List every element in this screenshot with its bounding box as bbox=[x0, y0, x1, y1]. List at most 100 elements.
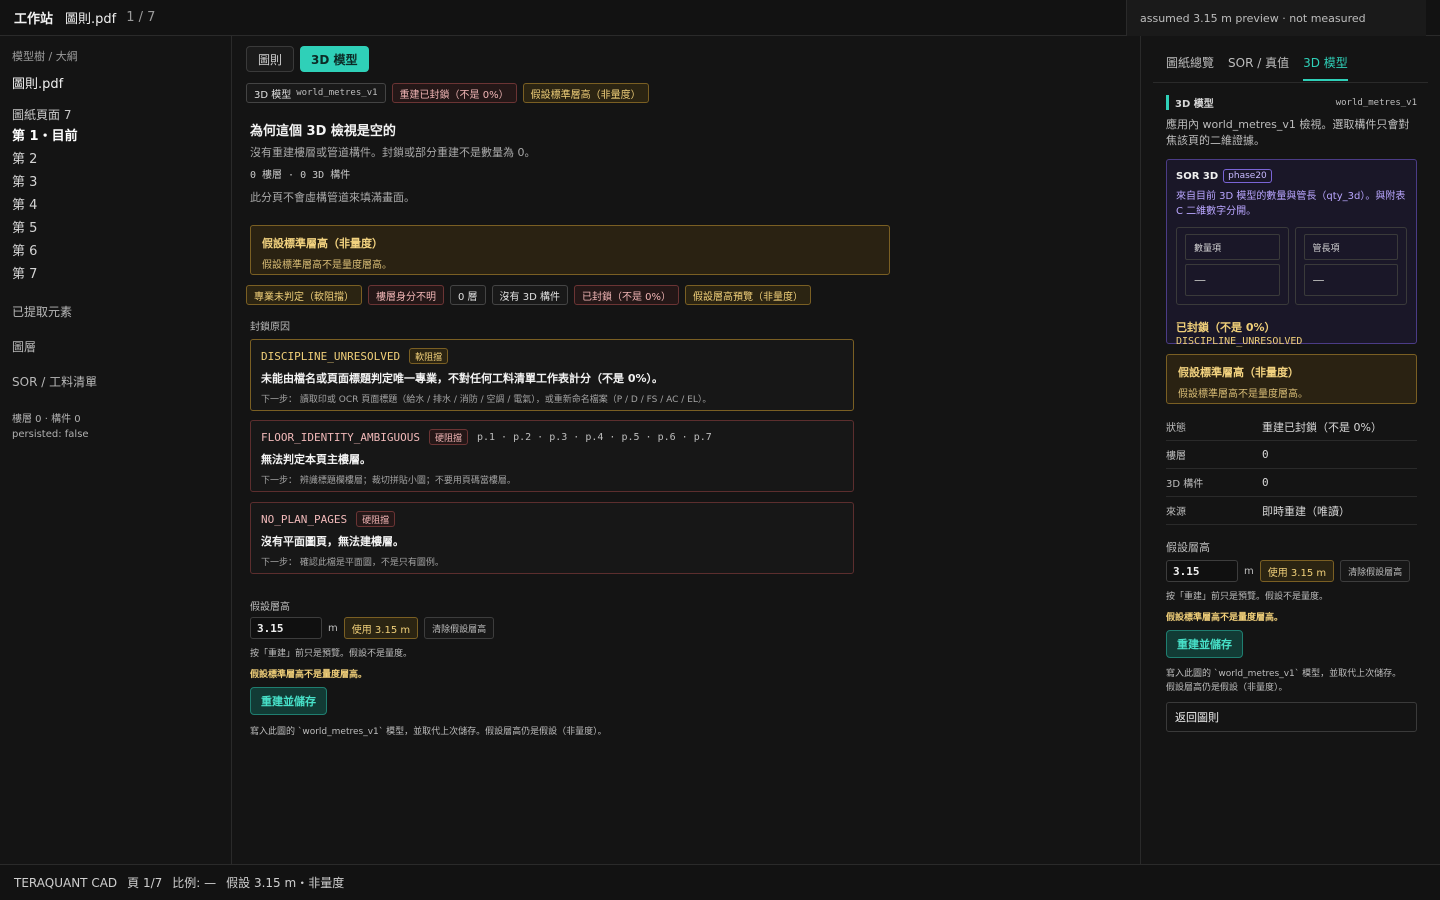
rebuild-footnote: 寫入此圖的 `world_metres_v1` 模型，並取代上次儲存。假設層高仍… bbox=[250, 727, 607, 737]
section-header: 3D 模型 world_metres_v1 bbox=[1166, 95, 1417, 110]
kv-value: 即時重建（唯讀） bbox=[1262, 504, 1350, 518]
use-height-button[interactable]: 使用 3.15 m bbox=[343, 617, 419, 639]
tag-no-components: 沒有 3D 構件 bbox=[491, 285, 568, 305]
height-hint: 按「重建」前只是預覽。假設不是量度。 bbox=[250, 649, 413, 659]
sidebar-sor[interactable]: SOR / 工料清單 bbox=[12, 373, 219, 390]
page-item-7[interactable]: 第 7 bbox=[12, 263, 219, 286]
sidebar-stats: 樓層 0 · 構件 0 persisted: false bbox=[12, 412, 219, 442]
page-item-4[interactable]: 第 4 bbox=[12, 194, 219, 217]
height-input[interactable]: 3.15 bbox=[250, 617, 322, 639]
stats-persisted: persisted: false bbox=[12, 429, 89, 440]
reason-message: 未能由檔名或頁面標題判定唯一專業，不對任何工料清單工作表計分（不是 0%）。 bbox=[261, 372, 664, 385]
tab-sor-truth[interactable]: SOR / 真值 bbox=[1228, 54, 1289, 81]
tab-3d-model[interactable]: 3D 模型 bbox=[300, 46, 369, 72]
next-step-label: 下一步： bbox=[261, 476, 298, 486]
reasons-heading: 封鎖原因 bbox=[250, 322, 290, 333]
right-panel: 圖紙總覽 SOR / 真值 3D 模型 3D 模型 world_metres_v… bbox=[1140, 36, 1440, 864]
kv-key: 3D 構件 bbox=[1166, 479, 1204, 490]
page-item-6[interactable]: 第 6 bbox=[12, 240, 219, 263]
section-title: 3D 模型 bbox=[1166, 95, 1214, 110]
reason-pages: p.1 · p.2 · p.3 · p.4 · p.5 · p.6 · p.7 bbox=[476, 431, 712, 443]
reason-badge: 硬阻擋 bbox=[428, 429, 468, 445]
tab-plan[interactable]: 圖則 bbox=[246, 46, 295, 72]
kv-floors: 樓層 0 bbox=[1166, 441, 1417, 469]
app-title: 工作站 bbox=[14, 12, 54, 27]
right-tabs-divider bbox=[1153, 82, 1428, 83]
model-tree-caption: 模型樹 / 大綱 bbox=[12, 50, 78, 63]
reason-badge: 硬阻擋 bbox=[356, 511, 396, 527]
right-banner-subtitle: 假設標準層高不是量度層高。 bbox=[1178, 389, 1308, 400]
height-unit: m bbox=[328, 622, 338, 634]
next-step-text: 確認此檔是平面圖，不是只有圖例。 bbox=[299, 558, 444, 568]
right-footnote-line1: 寫入此圖的 `world_metres_v1` 模型，並取代上次儲存。 bbox=[1166, 669, 1402, 679]
sor-phase-badge: phase20 bbox=[1223, 169, 1272, 183]
next-step-text: 辨識標題欄樓層；裁切拼貼小圖；不要用頁碼當樓層。 bbox=[299, 476, 516, 486]
no-fake-note: 此分頁不會虛構管道來填滿畫面。 bbox=[250, 191, 415, 204]
height-warning: 假設標準層高不是量度層高。 bbox=[250, 670, 368, 680]
locked-chip: 重建已封鎖（不是 0%） bbox=[391, 83, 517, 103]
height-controls: 3.15 m 使用 3.15 m 清除假設層高 bbox=[250, 617, 495, 639]
section-intro: 應用內 world_metres_v1 檢視。選取構件只會對焦該頁的二維證據。 bbox=[1166, 118, 1410, 147]
sidebar-file[interactable]: 圖則.pdf bbox=[12, 73, 219, 92]
sor-quantity-grid: 數量項 — 管長項 — bbox=[1176, 227, 1407, 305]
page-list: 第 1・目前 第 2 第 3 第 4 第 5 第 6 第 7 bbox=[12, 125, 219, 286]
reason-next-step: 下一步： 讀取印或 OCR 頁面標題（給水 / 排水 / 消防 / 空調 / 電… bbox=[261, 392, 843, 405]
back-to-plan-button[interactable]: 返回圖則 bbox=[1166, 702, 1417, 732]
reason-next-step: 下一步： 辨識標題欄樓層；裁切拼貼小圖；不要用頁碼當樓層。 bbox=[261, 473, 843, 486]
page-indicator: 1 / 7 bbox=[126, 10, 156, 25]
right-rebuild-save-button[interactable]: 重建並儲存 bbox=[1166, 630, 1243, 658]
status-tags: 專業未判定（軟阻擋） 樓層身分不明 0 層 沒有 3D 構件 已封鎖（不是 0%… bbox=[246, 285, 812, 305]
page-item-3[interactable]: 第 3 bbox=[12, 171, 219, 194]
right-height-input[interactable]: 3.15 bbox=[1166, 560, 1238, 582]
model-chip-label: 3D 模型 bbox=[254, 89, 292, 101]
sor-locked-code: DISCIPLINE_UNRESOLVED bbox=[1176, 336, 1303, 347]
sor-3d-card: SOR 3D phase20 來自目前 3D 模型的數量與管長（qty_3d）。… bbox=[1166, 159, 1417, 347]
right-use-height-button[interactable]: 使用 3.15 m bbox=[1259, 560, 1335, 582]
tag-discipline: 專業未判定（軟阻擋） bbox=[246, 285, 362, 305]
model-counts: 0 樓層 · 0 3D 構件 bbox=[250, 170, 351, 181]
reason-card-floor: FLOOR_IDENTITY_AMBIGUOUS 硬阻擋 p.1 · p.2 ·… bbox=[250, 420, 854, 492]
footer-assumed: 假設 3.15 m・非量度 bbox=[226, 876, 345, 890]
model-chip-value: world_metres_v1 bbox=[296, 88, 378, 98]
tab-right-3d-model[interactable]: 3D 模型 bbox=[1303, 54, 1348, 81]
page-item-5[interactable]: 第 5 bbox=[12, 217, 219, 240]
tag-floors: 0 層 bbox=[450, 285, 486, 305]
kv-components: 3D 構件 0 bbox=[1166, 469, 1417, 497]
file-name: 圖則.pdf bbox=[65, 12, 117, 27]
tab-sheet-overview[interactable]: 圖紙總覽 bbox=[1166, 54, 1214, 81]
view-tabs: 圖則 3D 模型 bbox=[246, 46, 369, 72]
top-bar: 工作站 圖則.pdf 1 / 7 assumed 3.15 m preview … bbox=[0, 0, 1440, 36]
footer-page: 頁 1/7 bbox=[127, 876, 163, 890]
rebuild-save-button[interactable]: 重建並儲存 bbox=[250, 687, 327, 715]
right-clear-height-button[interactable]: 清除假設層高 bbox=[1340, 560, 1411, 582]
sidebar-extracted-elements[interactable]: 已提取元素 bbox=[12, 303, 219, 320]
right-height-unit: m bbox=[1244, 565, 1254, 577]
clear-height-button[interactable]: 清除假設層高 bbox=[424, 617, 495, 639]
kv-value: 重建已封鎖（不是 0%） bbox=[1262, 420, 1382, 434]
empty-view-subtitle: 沒有重建樓層或管道構件。封鎖或部分重建不是數量為 0。 bbox=[250, 146, 536, 159]
pipe-length-value: — bbox=[1303, 264, 1398, 296]
page-item-2[interactable]: 第 2 bbox=[12, 148, 219, 171]
right-tabs: 圖紙總覽 SOR / 真值 3D 模型 bbox=[1166, 54, 1348, 81]
pages-heading[interactable]: 圖紙頁面 7 bbox=[12, 106, 219, 123]
right-height-hint: 按「重建」前只是預覽。假設不是量度。 bbox=[1166, 592, 1329, 602]
sor-description: 來自目前 3D 模型的數量與管長（qty_3d）。與附表 C 二維數字分開。 bbox=[1176, 191, 1406, 217]
preview-note: assumed 3.15 m preview · not measured bbox=[1126, 0, 1426, 36]
sor-title: SOR 3D bbox=[1176, 170, 1219, 182]
reason-message: 無法判定本頁主樓層。 bbox=[261, 453, 371, 466]
next-step-text: 讀取印或 OCR 頁面標題（給水 / 排水 / 消防 / 空調 / 電氣），或重… bbox=[299, 395, 712, 405]
reason-code: DISCIPLINE_UNRESOLVED bbox=[261, 349, 401, 363]
qty-items-value: — bbox=[1185, 264, 1280, 296]
sidebar-layers[interactable]: 圖層 bbox=[12, 338, 219, 355]
section-value: world_metres_v1 bbox=[1335, 97, 1417, 108]
preview-note-text: assumed 3.15 m preview · not measured bbox=[1140, 11, 1366, 25]
status-chips: 3D 模型 world_metres_v1 重建已封鎖（不是 0%） 假設標準層… bbox=[246, 83, 649, 103]
kv-value: 0 bbox=[1262, 476, 1269, 489]
sor-locked-status: 已封鎖（不是 0%） bbox=[1176, 321, 1276, 334]
right-footnote-line2: 假設層高仍是假設（非量度）。 bbox=[1166, 683, 1288, 693]
page-item-1[interactable]: 第 1・目前 bbox=[12, 125, 219, 148]
banner-title: 假設標準層高（非量度） bbox=[262, 237, 383, 250]
kv-key: 狀態 bbox=[1166, 423, 1186, 434]
reason-message: 沒有平面圖頁，無法建樓層。 bbox=[261, 535, 404, 548]
right-rebuild-footnote: 寫入此圖的 `world_metres_v1` 模型，並取代上次儲存。 假設層高… bbox=[1166, 667, 1401, 695]
